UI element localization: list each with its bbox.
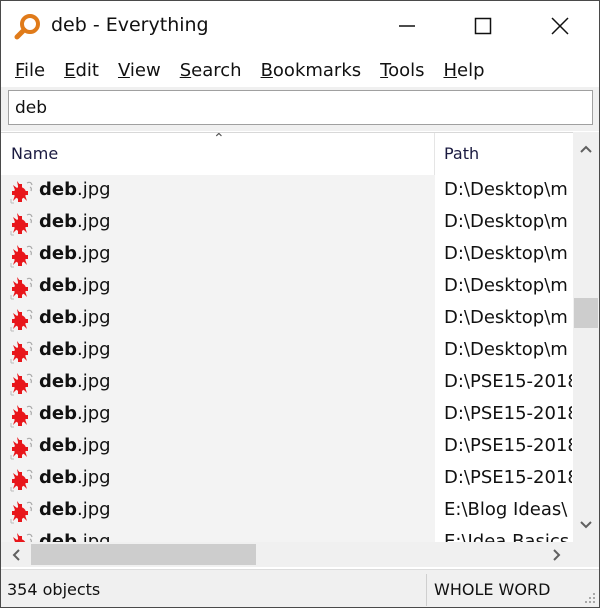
file-name: deb.jpg (39, 339, 111, 360)
file-path: D:\Desktop\m (444, 275, 568, 296)
result-row[interactable]: deb.jpg D:\Desktop\m (1, 335, 573, 367)
object-count: 354 objects (7, 580, 101, 599)
scroll-right-button[interactable] (544, 542, 570, 567)
image-file-icon (9, 499, 37, 525)
result-row[interactable]: deb.jpg D:\Desktop\m (1, 303, 573, 335)
maximize-button[interactable] (448, 1, 518, 51)
file-name: deb.jpg (39, 243, 111, 264)
result-row[interactable]: deb.jpg D:\PSE15-2018 (1, 367, 573, 399)
chevron-down-icon (580, 521, 592, 529)
file-name: deb.jpg (39, 467, 111, 488)
image-file-icon (9, 275, 37, 301)
image-file-icon (9, 307, 37, 333)
maximize-icon (474, 17, 492, 35)
file-path: D:\Desktop\m (444, 307, 568, 328)
image-file-icon (9, 531, 37, 542)
menu-search[interactable]: Search (172, 60, 250, 81)
close-button[interactable] (525, 1, 595, 51)
magnifier-app-icon (14, 14, 40, 40)
scroll-up-button[interactable] (573, 136, 599, 162)
image-file-icon (9, 403, 37, 429)
scrollbar-corner (573, 542, 599, 567)
vertical-scroll-thumb[interactable] (574, 298, 598, 328)
column-header: ⌃ Name Path (1, 133, 573, 175)
result-row[interactable]: deb.jpg D:\Desktop\m (1, 239, 573, 271)
image-file-icon (9, 243, 37, 269)
result-row[interactable]: deb.jpg D:\PSE15-2018 (1, 399, 573, 431)
search-input[interactable] (8, 90, 593, 125)
status-divider (426, 574, 427, 606)
results-list[interactable]: ⌃ Name Path deb.jpg D:\Desktop\m deb.jpg D:… (1, 132, 599, 542)
search-bar (1, 87, 599, 131)
image-file-icon (9, 435, 37, 461)
file-name: deb.jpg (39, 435, 111, 456)
image-file-icon (9, 179, 37, 205)
menu-help[interactable]: Help (435, 60, 492, 81)
result-row[interactable]: deb.jpg D:\PSE15-2018 (1, 431, 573, 463)
minimize-button[interactable] (372, 1, 442, 51)
search-mode-indicator: WHOLE WORD (434, 580, 551, 599)
menu-file[interactable]: File (7, 60, 53, 81)
everything-window: deb - Everything File Edit View Search Bookm… (0, 0, 600, 608)
resize-grip-icon[interactable] (584, 592, 596, 604)
image-file-icon (9, 211, 37, 237)
horizontal-scrollbar[interactable] (1, 542, 573, 567)
result-row[interactable]: deb.jpg D:\Desktop\m (1, 271, 573, 303)
image-file-icon (9, 371, 37, 397)
file-path: D:\PSE15-2018 (444, 403, 572, 424)
file-path: D:\Desktop\m (444, 211, 568, 232)
result-rows: deb.jpg D:\Desktop\m deb.jpg D:\Desktop\m de… (1, 175, 573, 542)
file-path: D:\PSE15-2018 (444, 435, 572, 456)
scroll-down-button[interactable] (573, 512, 599, 538)
result-row[interactable]: deb.jpg D:\Desktop\m (1, 207, 573, 239)
minimize-icon (399, 25, 415, 27)
file-path: D:\Desktop\m (444, 243, 568, 264)
status-bar: 354 objects WHOLE WORD (1, 569, 599, 607)
file-path: D:\Desktop\m (444, 339, 568, 360)
menu-view[interactable]: View (110, 60, 169, 81)
result-row[interactable]: deb.jpg E:\Idea Basics (1, 527, 573, 542)
menu-bookmarks[interactable]: Bookmarks (253, 60, 370, 81)
column-header-name[interactable]: ⌃ Name (1, 133, 435, 175)
close-icon (551, 17, 569, 35)
file-path: D:\Desktop\m (444, 179, 568, 200)
column-header-path[interactable]: Path (435, 133, 573, 175)
title-bar[interactable]: deb - Everything (1, 1, 599, 51)
file-name: deb.jpg (39, 403, 111, 424)
file-name: deb.jpg (39, 275, 111, 296)
file-name: deb.jpg (39, 211, 111, 232)
file-name: deb.jpg (39, 179, 111, 200)
file-name: deb.jpg (39, 371, 111, 392)
result-row[interactable]: deb.jpg D:\Desktop\m (1, 175, 573, 207)
file-name: deb.jpg (39, 307, 111, 328)
sort-ascending-icon: ⌃ (213, 132, 225, 147)
file-name: deb.jpg (39, 499, 111, 520)
chevron-right-icon (553, 548, 561, 561)
menu-edit[interactable]: Edit (56, 60, 107, 81)
result-row[interactable]: deb.jpg E:\Blog Ideas\ (1, 495, 573, 527)
image-file-icon (9, 467, 37, 493)
image-file-icon (9, 339, 37, 365)
menu-bar: File Edit View Search Bookmarks Tools Help (1, 53, 599, 87)
menu-tools[interactable]: Tools (372, 60, 432, 81)
vertical-scrollbar[interactable] (573, 132, 599, 542)
file-path: E:\Blog Ideas\ (444, 499, 568, 520)
scroll-left-button[interactable] (3, 542, 29, 567)
file-path: E:\Idea Basics (444, 531, 570, 542)
chevron-up-icon (580, 145, 592, 153)
file-name: deb.jpg (39, 531, 111, 542)
file-path: D:\PSE15-2018 (444, 467, 572, 488)
window-title: deb - Everything (51, 14, 209, 36)
file-path: D:\PSE15-2018 (444, 371, 572, 392)
result-row[interactable]: deb.jpg D:\PSE15-2018 (1, 463, 573, 495)
horizontal-scroll-thumb[interactable] (31, 544, 256, 565)
chevron-left-icon (12, 548, 20, 561)
